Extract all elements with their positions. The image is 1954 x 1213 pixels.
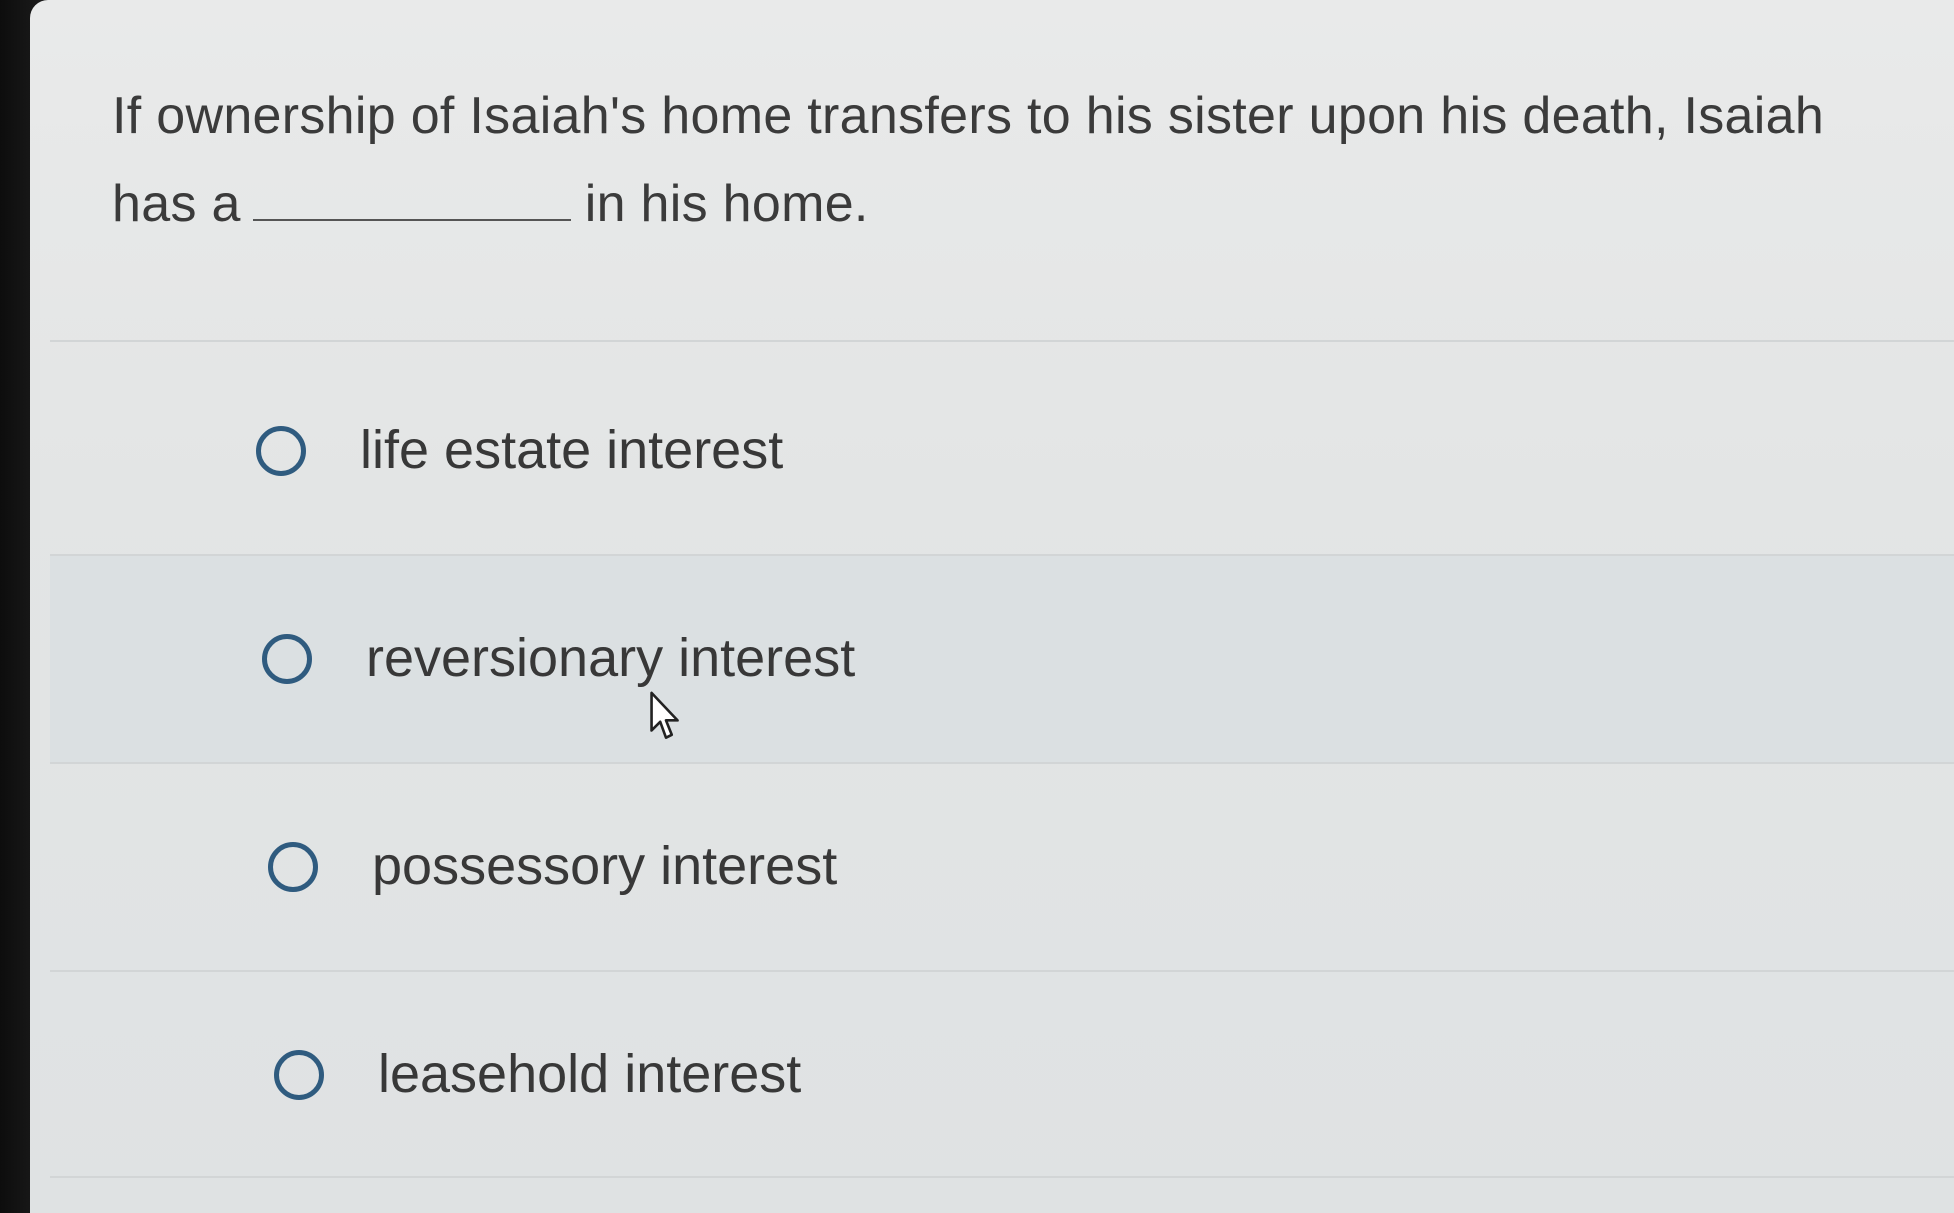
- arrow-cursor-icon: [650, 691, 679, 739]
- question-prefix: has a: [112, 175, 241, 233]
- option-reversionary[interactable]: reversionary interest: [50, 556, 1954, 762]
- quiz-panel: If ownership of Isaiah's home transfers …: [30, 0, 1954, 1213]
- option-leasehold[interactable]: leasehold interest: [50, 972, 1954, 1178]
- question-suffix: in his home.: [584, 175, 869, 233]
- screen: If ownership of Isaiah's home transfers …: [0, 0, 1954, 1213]
- answer-blank: [252, 179, 571, 221]
- option-possessory[interactable]: possessory interest: [50, 764, 1954, 970]
- question-line-2: has a in his home.: [112, 160, 1952, 248]
- option-label: possessory interest: [372, 836, 838, 896]
- radio-unchecked-icon[interactable]: [256, 426, 306, 476]
- divider: [50, 1176, 1954, 1178]
- radio-unchecked-icon[interactable]: [262, 634, 312, 684]
- question-line-1: If ownership of Isaiah's home transfers …: [112, 87, 1825, 145]
- option-label: reversionary interest: [366, 628, 856, 688]
- option-label: leasehold interest: [378, 1044, 802, 1104]
- question-text: If ownership of Isaiah's home transfers …: [112, 72, 1952, 248]
- option-life-estate[interactable]: life estate interest: [50, 348, 1954, 554]
- option-label: life estate interest: [360, 420, 784, 480]
- radio-unchecked-icon[interactable]: [268, 842, 318, 892]
- radio-unchecked-icon[interactable]: [274, 1050, 324, 1100]
- divider: [50, 340, 1954, 342]
